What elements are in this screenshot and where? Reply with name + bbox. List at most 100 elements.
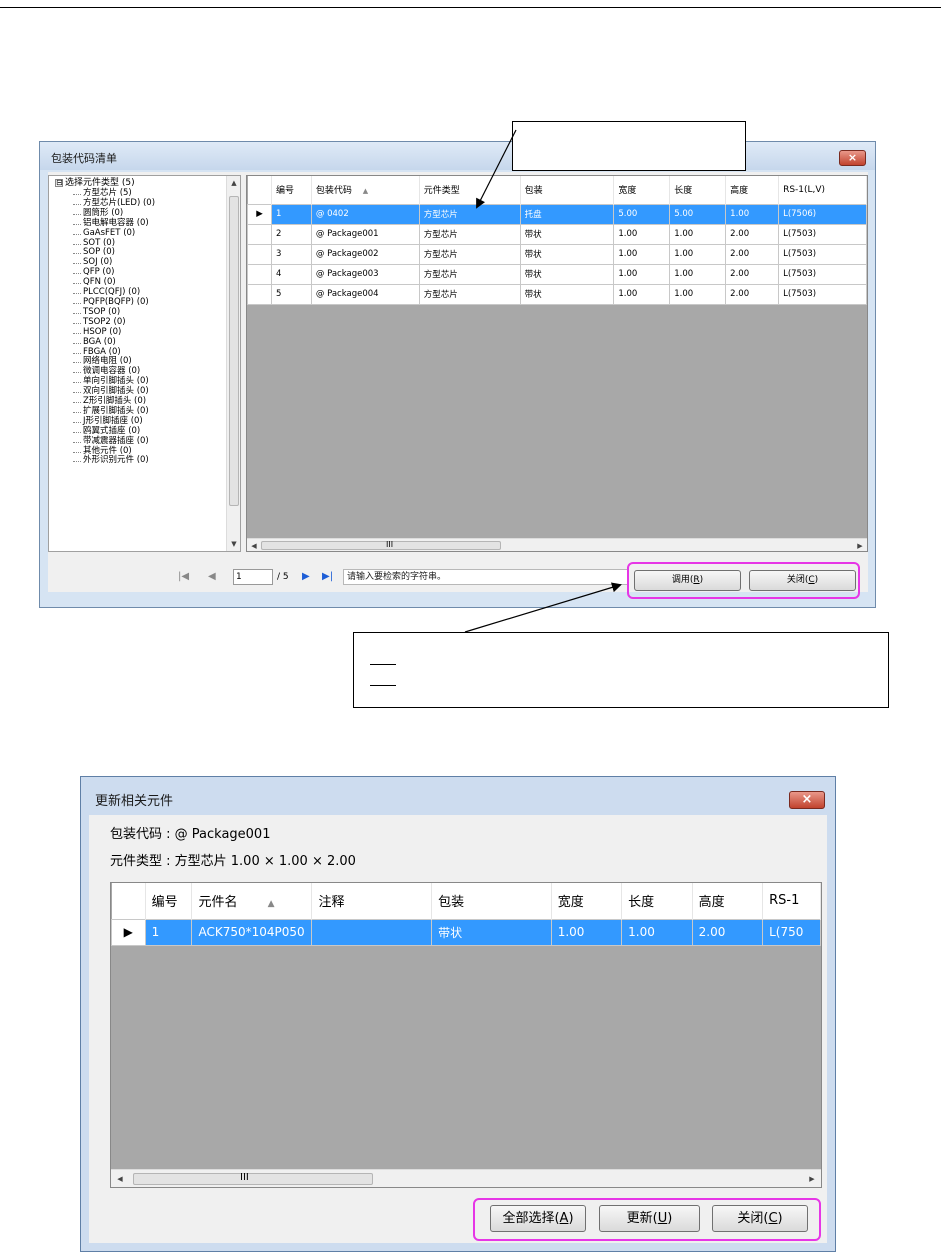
table-cell[interactable]: L(7503) xyxy=(778,283,867,305)
table-cell[interactable]: 1.00 xyxy=(613,283,671,305)
table-cell[interactable]: 1.00 xyxy=(669,283,727,305)
scroll-left-icon[interactable]: ◀ xyxy=(247,539,261,551)
update-button[interactable]: 更新(U) xyxy=(599,1205,700,1232)
table-cell[interactable]: L(7503) xyxy=(778,243,867,265)
table-cell[interactable]: 5.00 xyxy=(669,203,727,225)
page-number-input[interactable]: 1 xyxy=(233,569,273,585)
close-icon[interactable]: × xyxy=(839,150,866,166)
table-cell[interactable]: 5 xyxy=(270,283,312,305)
scroll-thumb[interactable] xyxy=(229,196,239,506)
table-cell[interactable]: 方型芯片 xyxy=(418,283,521,305)
table-cell[interactable]: 1.00 xyxy=(669,263,727,285)
col-header[interactable]: 元件类型 xyxy=(419,176,521,204)
col-header[interactable]: 注释 xyxy=(311,883,433,919)
table-cell[interactable]: ACK750*104P050 xyxy=(191,918,313,946)
scroll-thumb[interactable]: III xyxy=(261,540,501,550)
col-header[interactable]: 包装代码 ▲ xyxy=(311,176,420,204)
tree-vertical-scrollbar[interactable]: ▲ ▼ xyxy=(226,176,240,551)
table-cell[interactable]: 2.00 xyxy=(725,243,780,265)
col-header[interactable]: 长度 xyxy=(621,883,693,919)
tree-root[interactable]: ⊟ 选择元件类型 (5) xyxy=(55,178,135,188)
search-input[interactable]: 请输入要检索的字符串。 xyxy=(343,569,628,585)
prev-page-icon[interactable]: ◀ xyxy=(208,571,216,582)
table-cell[interactable]: 1 xyxy=(270,203,312,225)
table-row-selected[interactable]: ▶ 1 @ 0402 方型芯片 托盘 5.00 5.00 1.00 L(7506… xyxy=(247,203,867,225)
table-cell[interactable]: 1.00 xyxy=(621,918,693,946)
table-cell[interactable]: 1.00 xyxy=(613,223,671,245)
col-header[interactable]: 编号 xyxy=(271,176,312,204)
col-header[interactable]: 高度 xyxy=(725,176,780,204)
first-page-icon[interactable]: |◀ xyxy=(178,571,189,582)
scroll-left-icon[interactable]: ◀ xyxy=(113,1172,127,1186)
scroll-down-icon[interactable]: ▼ xyxy=(227,537,240,551)
table-cell[interactable]: @ Package004 xyxy=(310,283,420,305)
table-cell[interactable]: 1.00 xyxy=(550,918,623,946)
component-table: 编号 元件名 ▲ 注释 包装 宽度 长度 高度 RS-1 ▶ 1 ACK750* xyxy=(111,883,821,946)
collapse-icon[interactable]: ⊟ xyxy=(55,179,63,187)
col-header[interactable]: 元件名 ▲ xyxy=(191,883,313,919)
col-header[interactable]: RS-1 xyxy=(762,883,821,919)
table-cell[interactable]: 托盘 xyxy=(519,203,615,225)
table-cell[interactable]: 方型芯片 xyxy=(418,203,521,225)
grid-horizontal-scrollbar[interactable]: ◀ III ▶ xyxy=(111,1169,821,1187)
table-cell[interactable]: @ Package002 xyxy=(310,243,420,265)
tree-item[interactable]: 外形识别元件 (0) xyxy=(71,456,155,466)
table-cell[interactable]: 方型芯片 xyxy=(418,223,521,245)
table-cell[interactable]: 1.00 xyxy=(725,203,780,225)
table-cell[interactable]: 5.00 xyxy=(613,203,671,225)
table-cell[interactable]: 2.00 xyxy=(725,263,780,285)
table-cell[interactable]: L(7506) xyxy=(778,203,867,225)
col-header[interactable]: 宽度 xyxy=(613,176,671,204)
table-cell[interactable]: L(7503) xyxy=(778,263,867,285)
table-cell[interactable]: 1 xyxy=(144,918,193,946)
scroll-up-icon[interactable]: ▲ xyxy=(227,176,240,190)
table-cell[interactable]: 带状 xyxy=(519,223,615,245)
table-cell[interactable]: 带状 xyxy=(519,263,615,285)
next-page-icon[interactable]: ▶ xyxy=(302,571,310,582)
table-cell[interactable]: 3 xyxy=(270,243,312,265)
table-cell[interactable]: L(750 xyxy=(762,918,821,946)
scroll-thumb[interactable]: III xyxy=(133,1172,373,1185)
col-header[interactable]: 长度 xyxy=(669,176,727,204)
table-row[interactable]: 5 @ Package004 方型芯片 带状 1.00 1.00 2.00 L(… xyxy=(247,283,867,305)
select-all-button[interactable]: 全部选择(A) xyxy=(490,1205,586,1232)
table-cell[interactable]: 2 xyxy=(270,223,312,245)
grid-horizontal-scrollbar[interactable]: ◀ III ▶ xyxy=(247,538,867,551)
col-header[interactable]: RS-1(L,V) xyxy=(778,176,867,204)
col-header[interactable]: 包装 xyxy=(431,883,552,919)
table-cell[interactable]: 2.00 xyxy=(725,223,780,245)
col-header[interactable]: 编号 xyxy=(145,883,193,919)
table-cell[interactable]: 1.00 xyxy=(613,243,671,265)
table-cell[interactable]: L(7503) xyxy=(778,223,867,245)
table-cell[interactable]: 1.00 xyxy=(613,263,671,285)
col-header[interactable]: 高度 xyxy=(692,883,764,919)
table-cell[interactable]: 方型芯片 xyxy=(418,263,521,285)
table-cell[interactable]: 带状 xyxy=(519,283,615,305)
last-page-icon[interactable]: ▶| xyxy=(322,571,333,582)
col-header[interactable]: 宽度 xyxy=(551,883,623,919)
close-button[interactable]: 关闭(C) xyxy=(749,570,856,591)
tree-item[interactable]: BGA (0) xyxy=(71,337,155,348)
call-button[interactable]: 调用(R) xyxy=(634,570,741,591)
table-row[interactable]: 4 @ Package003 方型芯片 带状 1.00 1.00 2.00 L(… xyxy=(247,263,867,285)
scroll-right-icon[interactable]: ▶ xyxy=(805,1172,819,1186)
table-cell[interactable]: 2.00 xyxy=(691,918,764,946)
table-cell[interactable]: 带状 xyxy=(519,243,615,265)
close-icon[interactable]: × xyxy=(789,791,825,809)
table-row[interactable]: 3 @ Package002 方型芯片 带状 1.00 1.00 2.00 L(… xyxy=(247,243,867,265)
close-button[interactable]: 关闭(C) xyxy=(712,1205,808,1232)
table-cell[interactable]: 4 xyxy=(270,263,312,285)
table-cell[interactable]: 1.00 xyxy=(669,223,727,245)
scroll-right-icon[interactable]: ▶ xyxy=(853,539,867,551)
table-row[interactable]: 2 @ Package001 方型芯片 带状 1.00 1.00 2.00 L(… xyxy=(247,223,867,245)
table-cell[interactable] xyxy=(311,918,433,946)
table-cell[interactable]: 方型芯片 xyxy=(418,243,521,265)
table-cell[interactable]: @ 0402 xyxy=(310,203,420,225)
table-cell[interactable]: 2.00 xyxy=(725,283,780,305)
table-cell[interactable]: @ Package003 xyxy=(310,263,420,285)
table-cell[interactable]: 1.00 xyxy=(669,243,727,265)
table-row-selected[interactable]: ▶ 1 ACK750*104P050 带状 1.00 1.00 2.00 L(7… xyxy=(111,918,821,946)
table-cell[interactable]: 带状 xyxy=(431,918,552,946)
table-cell[interactable]: @ Package001 xyxy=(310,223,420,245)
col-header[interactable]: 包装 xyxy=(520,176,615,204)
